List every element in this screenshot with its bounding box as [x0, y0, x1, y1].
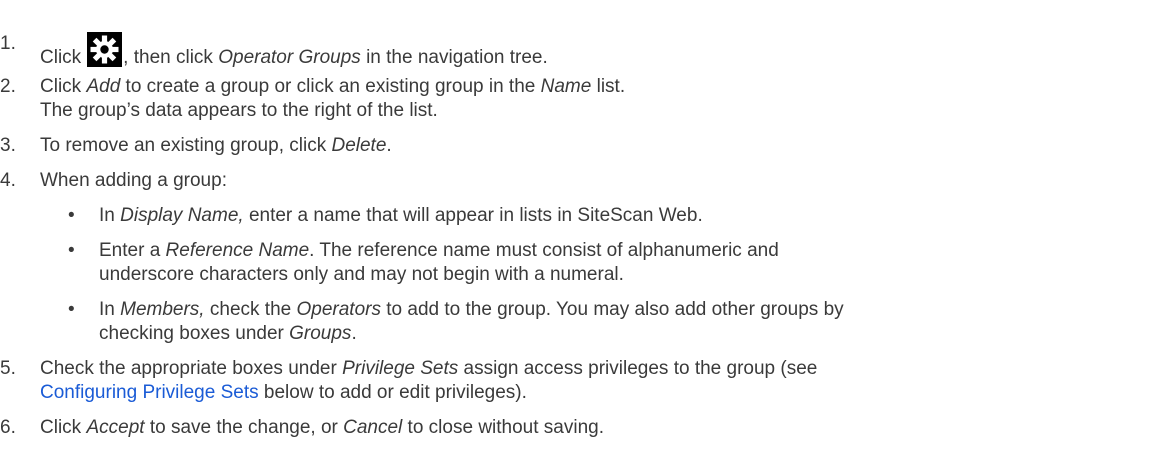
step-number: 1.	[0, 33, 16, 54]
bullet-dot: •	[68, 299, 75, 320]
step-number: 6.	[0, 417, 16, 438]
step-number: 5.	[0, 358, 16, 379]
bullet-dot: •	[68, 205, 75, 226]
configuring-privilege-sets-link[interactable]: Configuring Privilege Sets	[40, 382, 259, 403]
step-number: 3.	[0, 135, 16, 156]
gear-icon[interactable]	[87, 32, 123, 67]
menu-item-ref: Operator Groups	[218, 47, 361, 68]
bullet-dot: •	[68, 240, 75, 261]
step-number: 2.	[0, 76, 16, 97]
step-text: Click	[40, 47, 82, 68]
instructions-document: 1. Click , then click Operator Groups in…	[0, 32, 844, 438]
step-number: 4.	[0, 170, 16, 191]
